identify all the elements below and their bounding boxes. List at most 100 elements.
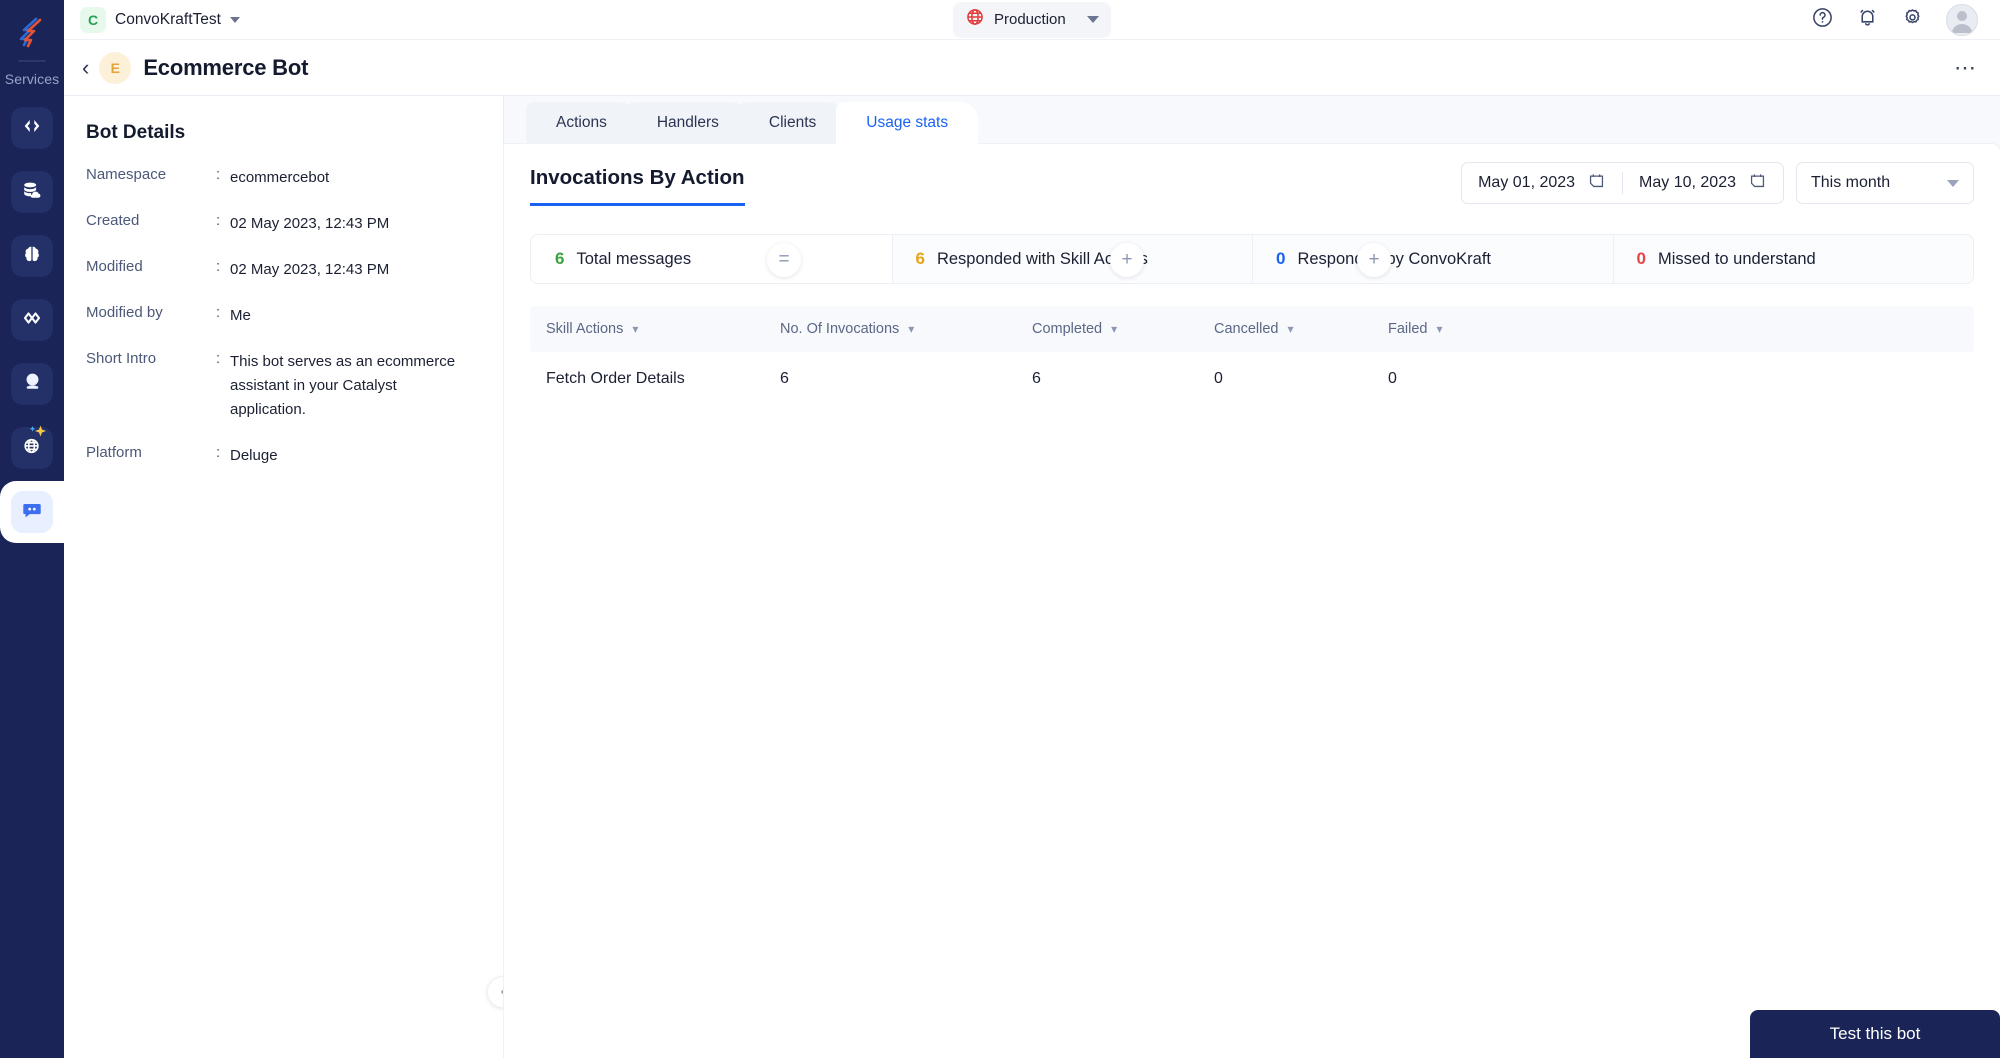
summary-value: 0: [1636, 249, 1646, 268]
date-to-value: May 10, 2023: [1639, 174, 1736, 191]
detail-key: Modified: [86, 258, 143, 275]
cell-invocations: 6: [780, 370, 789, 387]
rail-divider: [18, 60, 46, 62]
tab-label: Actions: [556, 114, 607, 131]
cell-cancelled: 0: [1214, 370, 1223, 387]
detail-value: ecommercebot: [230, 169, 330, 186]
sidebar-item-data-store[interactable]: [0, 171, 64, 213]
catalyst-logo-icon[interactable]: [10, 10, 54, 54]
top-bar: C ConvoKraftTest Production: [64, 0, 2000, 40]
test-this-bot-button[interactable]: Test this bot: [1750, 1010, 2000, 1058]
sidebar-item-smart-browz[interactable]: [0, 363, 64, 405]
org-switcher[interactable]: C ConvoKraftTest: [80, 6, 240, 33]
avatar[interactable]: [1946, 3, 1978, 36]
brain-icon: [21, 243, 43, 270]
tab-label: Handlers: [656, 114, 719, 131]
calendar-icon: [1587, 171, 1606, 195]
top-actions: [1811, 3, 1978, 36]
date-range-picker[interactable]: May 01, 2023 May 10, 2023: [1461, 162, 1784, 204]
panel-title: Invocations By Action: [530, 166, 745, 206]
date-to-field[interactable]: May 10, 2023: [1623, 163, 1783, 203]
tab-label: Clients: [768, 114, 817, 131]
column-header-failed[interactable]: Failed ▾: [1388, 321, 1508, 337]
left-rail: Services: [0, 0, 64, 1058]
environment-selector[interactable]: Production: [953, 1, 1111, 38]
code-brackets-icon: [21, 115, 43, 142]
tab-label: Usage stats: [866, 114, 949, 131]
chevron-down-icon: [1947, 179, 1959, 187]
crystal-ball-icon: [21, 370, 44, 398]
main-panel: Actions Handlers Clients Usage stats Inv…: [504, 96, 2000, 1058]
column-header-completed[interactable]: Completed ▾: [1032, 321, 1214, 337]
detail-value: Deluge: [230, 447, 278, 464]
detail-separator: :: [216, 258, 221, 275]
chevron-down-icon: ▾: [1436, 322, 1443, 336]
summary-responded-skill-actions: 6 Responded with Skill Actions: [891, 235, 1253, 283]
usage-stats-panel: Invocations By Action May 01, 2023 May 1…: [504, 144, 2000, 1058]
summary-label: Total messages: [576, 249, 692, 268]
globe-sparkle-icon: [21, 434, 44, 462]
chevron-down-icon: ▾: [1111, 322, 1118, 336]
body-row: Bot Details Namespace : ecommercebot Cre…: [64, 96, 2000, 1058]
org-name: ConvoKraftTest: [115, 10, 221, 28]
chevron-down-icon: ▾: [632, 322, 639, 336]
detail-value: Me: [230, 307, 251, 324]
detail-separator: :: [216, 350, 221, 367]
sidebar-item-convokraft[interactable]: [0, 481, 64, 543]
chevron-down-icon: [229, 16, 240, 23]
range-preset-select[interactable]: This month: [1796, 162, 1974, 204]
chevron-down-icon: [1087, 16, 1099, 23]
globe-icon: [965, 7, 985, 32]
chevron-left-icon[interactable]: ‹: [80, 56, 99, 79]
help-circle-icon[interactable]: [1811, 6, 1834, 34]
tab-bar: Actions Handlers Clients Usage stats: [504, 96, 2000, 144]
sidebar-item-quickml[interactable]: [0, 425, 64, 469]
gear-icon[interactable]: [1901, 6, 1924, 34]
invocations-table: Skill Actions ▾ No. Of Invocations ▾ Com…: [530, 306, 1974, 1058]
summary-strip: 6 Total messages 6 Responded with Skill …: [530, 234, 1974, 284]
chevron-down-icon: ▾: [908, 322, 915, 336]
column-header-cancelled[interactable]: Cancelled ▾: [1214, 321, 1388, 337]
sidebar-item-ai-services[interactable]: [0, 235, 64, 277]
column-header-skill-actions[interactable]: Skill Actions ▾: [530, 321, 780, 337]
bot-details-list: Namespace : ecommercebot Created : 02 Ma…: [86, 166, 473, 468]
summary-value: 0: [1276, 249, 1286, 268]
ellipsis-horizontal-icon[interactable]: ⋯: [1954, 55, 1978, 81]
panel-controls: May 01, 2023 May 10, 2023 This month: [1461, 162, 1974, 210]
bot-details-panel: Bot Details Namespace : ecommercebot Cre…: [64, 96, 519, 1058]
date-from-field[interactable]: May 01, 2023: [1462, 163, 1622, 203]
database-cloud-icon: [21, 179, 43, 206]
operator-equals-icon: =: [767, 243, 801, 277]
app-root: Services C ConvoKraftTest Production ‹ E…: [0, 0, 2000, 1058]
detail-key: Short Intro: [86, 350, 157, 367]
page-title: Ecommerce Bot: [143, 54, 309, 80]
summary-total-messages: 6 Total messages: [531, 235, 892, 283]
column-header-invocations[interactable]: No. Of Invocations ▾: [780, 321, 1032, 337]
org-initial-badge: C: [80, 6, 106, 33]
right-region: C ConvoKraftTest Production ‹ E Ecommerc…: [64, 0, 2000, 1058]
sidebar-item-integrations[interactable]: [0, 299, 64, 341]
detail-value: 02 May 2023, 12:43 PM: [230, 215, 390, 232]
detail-separator: :: [216, 212, 221, 229]
table-row[interactable]: Fetch Order Details 6 6 0 0: [530, 352, 1974, 406]
date-from-value: May 01, 2023: [1478, 174, 1576, 191]
detail-key: Namespace: [86, 166, 167, 183]
environment-name: Production: [994, 11, 1066, 28]
calendar-icon: [1748, 171, 1767, 195]
tab-usage-stats[interactable]: Usage stats: [836, 102, 979, 144]
bell-icon[interactable]: [1856, 6, 1879, 34]
summary-value: 6: [555, 249, 565, 268]
detail-key: Modified by: [86, 304, 163, 321]
table-header-row: Skill Actions ▾ No. Of Invocations ▾ Com…: [530, 306, 1974, 352]
tab-actions[interactable]: Actions: [526, 102, 637, 144]
operator-plus-icon-1: +: [1110, 243, 1144, 277]
column-label: Failed: [1388, 321, 1428, 337]
column-label: Skill Actions: [546, 321, 624, 337]
tab-handlers[interactable]: Handlers: [626, 102, 749, 144]
summary-label: Responded by ConvoKraft: [1297, 249, 1492, 268]
sidebar-item-functions[interactable]: [0, 107, 64, 149]
chevron-down-icon: ▾: [1287, 322, 1294, 336]
detail-value: This bot serves as an ecommerce assistan…: [230, 353, 456, 418]
rail-icon-list: [0, 107, 64, 543]
tab-clients[interactable]: Clients: [738, 102, 847, 144]
